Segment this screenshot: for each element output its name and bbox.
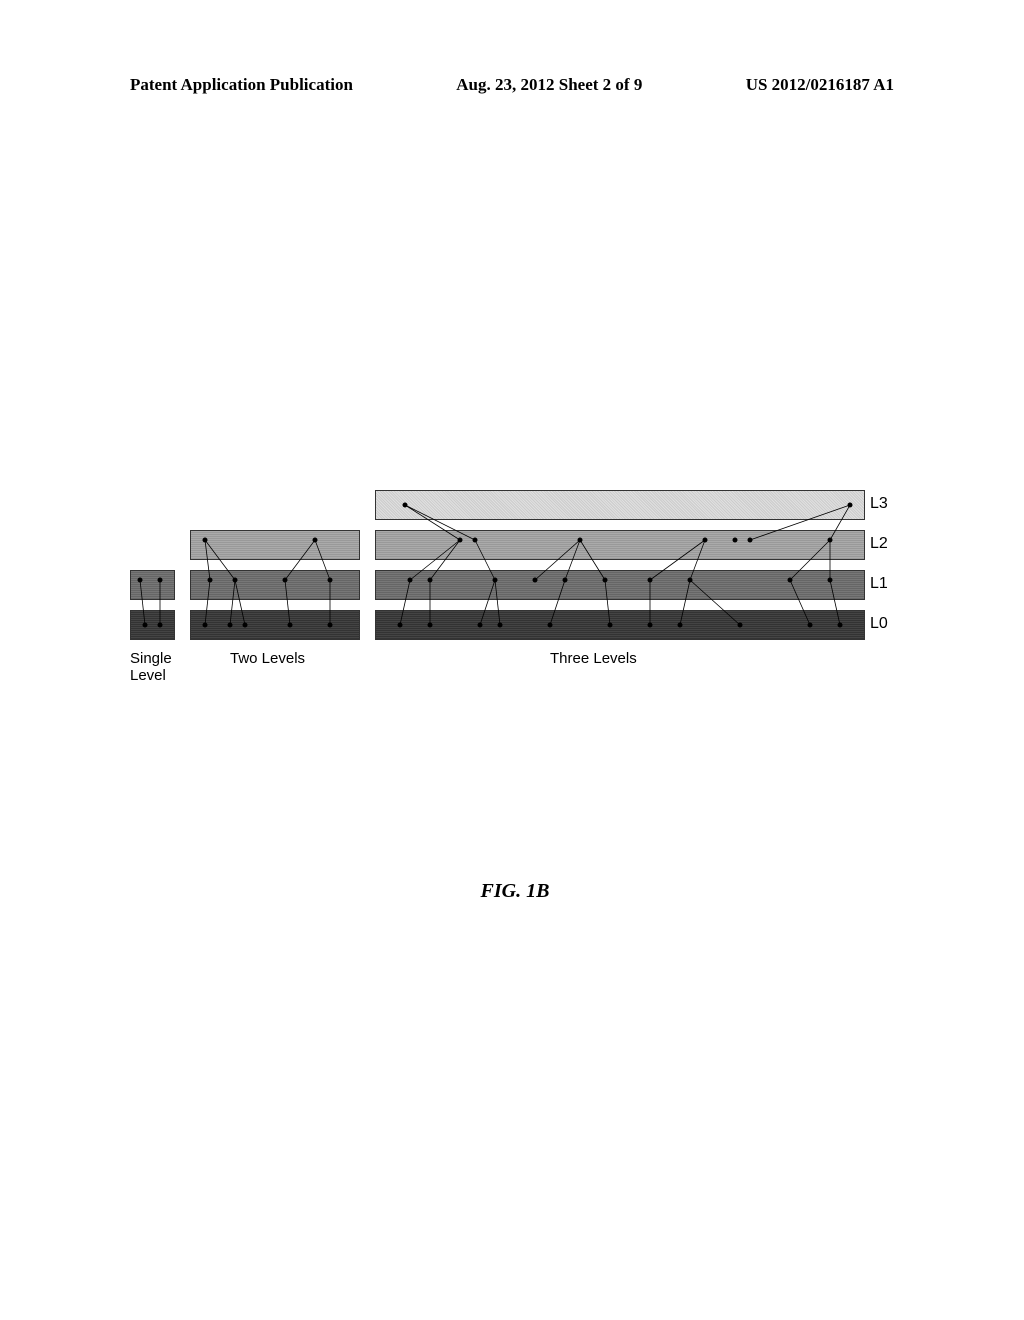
levels-diagram: L3 L2 L1 L0 Single Level Two Levels Thre… bbox=[130, 480, 900, 660]
three-l1-bar bbox=[375, 570, 865, 600]
group-single-label: Single Level bbox=[130, 650, 172, 684]
label-l0: L0 bbox=[870, 615, 888, 633]
two-l2-bar bbox=[190, 530, 360, 560]
header-left: Patent Application Publication bbox=[130, 75, 353, 95]
figure-1b: L3 L2 L1 L0 Single Level Two Levels Thre… bbox=[130, 480, 900, 903]
three-l2-bar bbox=[375, 530, 865, 560]
single-l0-bar bbox=[130, 610, 175, 640]
header-right: US 2012/0216187 A1 bbox=[746, 75, 894, 95]
label-l2: L2 bbox=[870, 535, 888, 553]
three-l0-bar bbox=[375, 610, 865, 640]
label-l1: L1 bbox=[870, 575, 888, 593]
page-header: Patent Application Publication Aug. 23, … bbox=[0, 75, 1024, 95]
figure-caption: FIG. 1B bbox=[130, 880, 900, 903]
two-l1-bar bbox=[190, 570, 360, 600]
group-three-label: Three Levels bbox=[550, 650, 637, 667]
header-center: Aug. 23, 2012 Sheet 2 of 9 bbox=[456, 75, 642, 95]
group-two-label: Two Levels bbox=[230, 650, 305, 667]
three-l3-bar bbox=[375, 490, 865, 520]
single-l1-bar bbox=[130, 570, 175, 600]
label-l3: L3 bbox=[870, 495, 888, 513]
two-l0-bar bbox=[190, 610, 360, 640]
